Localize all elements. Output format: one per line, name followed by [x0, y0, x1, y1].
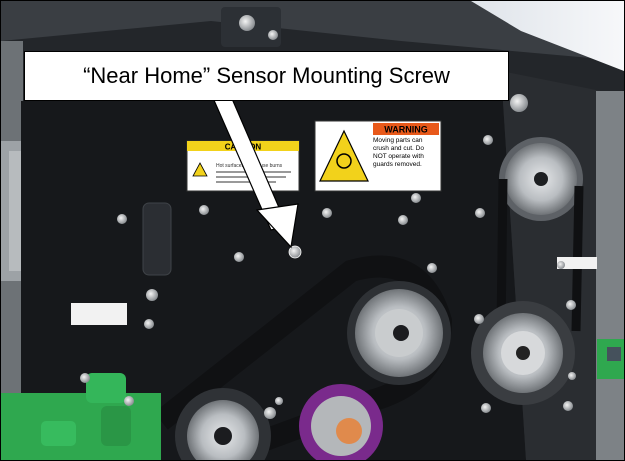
warning-label: WARNING Moving parts can crush and cut. …	[314, 120, 442, 192]
center-pulley	[347, 281, 451, 385]
callout-label: “Near Home” Sensor Mounting Screw	[24, 51, 509, 101]
warning-heading: WARNING	[384, 125, 428, 135]
right-connector	[607, 347, 621, 361]
top-right-bolt	[510, 94, 528, 112]
left-slot	[142, 202, 172, 276]
right-rail	[596, 91, 624, 460]
right-lower-pulley	[471, 301, 575, 405]
top-bolt	[239, 15, 255, 31]
top-right-pulley	[499, 137, 583, 221]
illustration-frame: CAUTION Hot surfaces can cause burns WAR…	[0, 0, 625, 461]
top-bolt	[268, 30, 278, 40]
warning-body: Moving parts can crush and cut. Do NOT o…	[373, 137, 424, 168]
left-tab	[71, 303, 127, 325]
near-home-sensor-mounting-screw	[288, 245, 302, 259]
